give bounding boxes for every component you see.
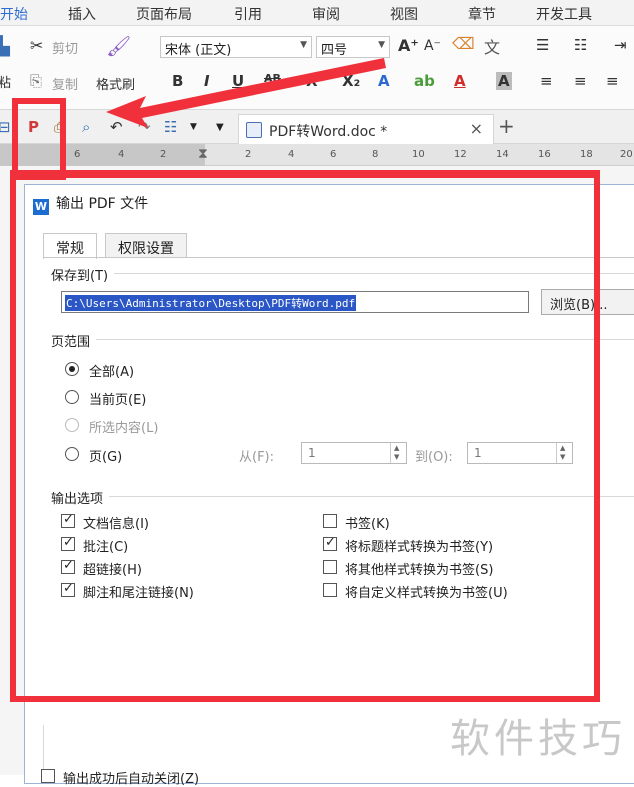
arrow-icon [106, 58, 386, 128]
watermark: 软件技巧 [450, 716, 626, 762]
annotation-arrow [106, 58, 386, 128]
